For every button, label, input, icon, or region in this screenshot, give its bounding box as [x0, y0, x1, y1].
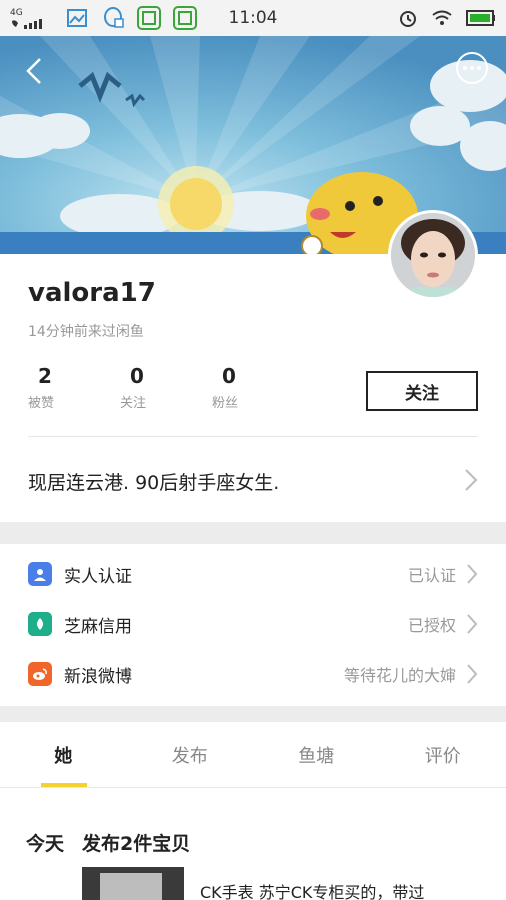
chevron-right-icon	[467, 664, 478, 684]
verify-status: 已认证	[407, 566, 456, 585]
qq-notification-icon	[100, 6, 126, 30]
item-thumbnail[interactable]	[82, 867, 184, 900]
profile-tabs: 她 发布 鱼塘 评价	[0, 722, 506, 788]
verify-row-real-name[interactable]: 实人认证 已认证	[28, 554, 478, 594]
username: valora17	[28, 278, 156, 308]
verify-label: 芝麻信用	[64, 616, 132, 637]
verify-row-weibo[interactable]: 新浪微博 等待花儿的大婶	[28, 654, 478, 694]
wifi-icon	[432, 10, 452, 25]
last-visit-text: 14分钟前来过闲鱼	[28, 324, 144, 340]
stats-row: 2 被赞 0 关注 0 粉丝	[28, 364, 304, 411]
status-bar: 4G 11:04	[0, 0, 506, 36]
verification-list: 实人认证 已认证 芝麻信用 已授权 新浪微博 等待花儿的大婶	[0, 544, 506, 706]
stat-label: 关注	[120, 396, 147, 411]
person-id-icon	[28, 562, 52, 586]
verify-status: 等待花儿的大婶	[343, 666, 456, 685]
section-gap	[0, 706, 506, 722]
feed-summary: 发布2件宝贝	[82, 833, 191, 855]
tab-published[interactable]: 发布	[127, 722, 254, 787]
message-notification-icon	[136, 6, 162, 30]
signal-indicator: 4G	[10, 8, 54, 29]
chevron-right-icon	[465, 469, 478, 491]
avatar[interactable]	[388, 210, 478, 300]
feed-day: 今天	[26, 833, 65, 855]
tab-reviews[interactable]: 评价	[380, 722, 506, 787]
signal-bars-icon	[12, 18, 42, 29]
tab-fish-pond[interactable]: 鱼塘	[253, 722, 380, 787]
stat-label: 粉丝	[212, 396, 239, 411]
item-title[interactable]: CK手表 苏宁CK专柜买的，带过	[200, 879, 424, 900]
weibo-icon	[28, 662, 52, 686]
more-options-button[interactable]	[456, 52, 488, 84]
active-tab-indicator	[41, 783, 87, 787]
avatar-photo	[391, 213, 475, 297]
verify-status: 已授权	[407, 616, 456, 635]
tab-her[interactable]: 她	[0, 722, 127, 787]
bio-text[interactable]: 现居连云港. 90后射手座女生.	[28, 468, 279, 495]
chevron-left-icon	[26, 58, 41, 84]
verify-label: 实人认证	[64, 566, 132, 587]
dot	[470, 66, 474, 70]
verify-row-sesame[interactable]: 芝麻信用 已授权	[28, 604, 478, 644]
follow-button[interactable]: 关注	[366, 371, 478, 411]
divider	[28, 436, 478, 437]
dot	[477, 66, 481, 70]
stat-label: 被赞	[28, 396, 55, 411]
stat-followers[interactable]: 0 粉丝	[212, 364, 304, 411]
stat-value: 0	[130, 364, 144, 388]
stat-following[interactable]: 0 关注	[120, 364, 212, 411]
stat-likes[interactable]: 2 被赞	[28, 364, 120, 411]
sesame-credit-icon	[28, 612, 52, 636]
chevron-right-icon	[467, 564, 478, 584]
stat-value: 0	[222, 364, 236, 388]
gallery-notification-icon	[64, 6, 90, 30]
activity-feed: 今天 发布2件宝贝 CK手表 苏宁CK专柜买的，带过	[0, 789, 506, 900]
chevron-right-icon	[467, 614, 478, 634]
stat-value: 2	[38, 364, 52, 388]
thumbnail-image	[100, 873, 162, 900]
dot	[463, 66, 467, 70]
back-button[interactable]	[22, 56, 48, 86]
feed-header: 今天 发布2件宝贝	[26, 829, 190, 856]
message-notification-icon-2	[172, 6, 198, 30]
network-type: 4G	[10, 7, 23, 18]
alarm-icon	[400, 11, 416, 27]
verify-label: 新浪微博	[64, 666, 132, 687]
battery-icon	[466, 10, 495, 26]
section-gap	[0, 522, 506, 544]
